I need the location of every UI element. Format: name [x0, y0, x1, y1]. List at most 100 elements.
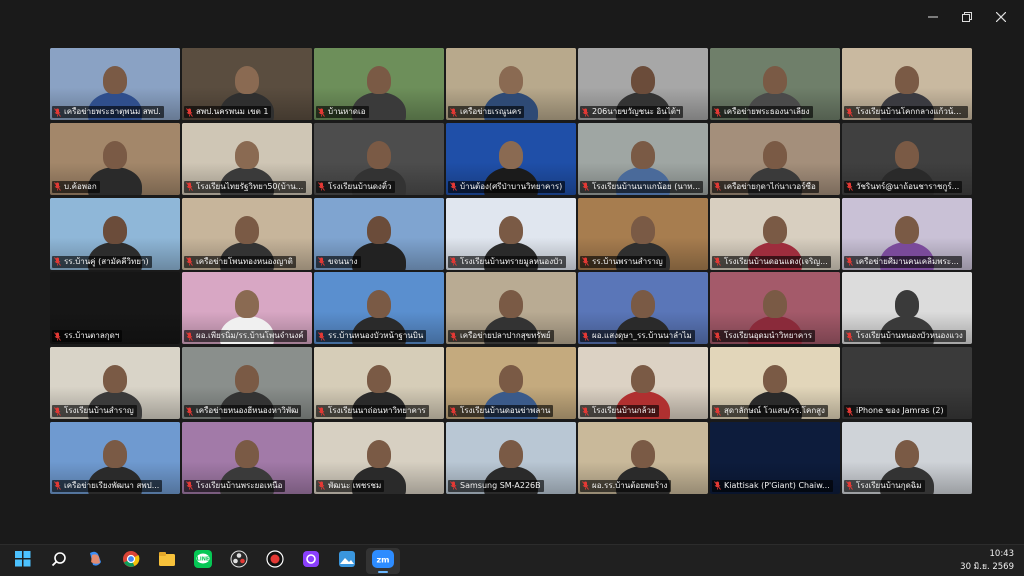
participant-tile[interactable]: พัฒนะ เพชรชม — [314, 421, 444, 494]
participant-tile[interactable]: เครือข่ายหนองฮีหนองหาวิพัฒ — [182, 347, 312, 420]
participant-name: โรงเรียนไทยรัฐวิทยา50(บ้าน... — [184, 180, 307, 193]
mic-muted-icon — [318, 257, 325, 266]
file-explorer-icon — [158, 551, 176, 571]
mic-muted-icon — [582, 182, 589, 192]
gallery-view-grid: เครือข่ายพระธาตุพนม สพป. สพป.นครพนม เขต 1… — [50, 48, 974, 494]
participant-tile[interactable]: บ.ค้อพอก — [50, 122, 180, 195]
participant-tile[interactable]: 206นายขวัญชนะ อินไต้ฯ — [578, 48, 708, 120]
mic-muted-icon — [318, 332, 325, 341]
participant-head — [631, 66, 655, 94]
mic-muted-icon — [450, 332, 457, 341]
participant-tile[interactable]: เครือข่ายเรณูนคร — [446, 48, 576, 120]
participant-head — [895, 66, 919, 94]
participant-tile[interactable]: โรงเรียนบ้านทรายมูลหนองบัว — [446, 197, 576, 270]
pdf-app-button[interactable] — [294, 548, 328, 574]
zoom-app-button[interactable]: zm — [366, 548, 400, 574]
participant-tile[interactable]: เครือข่ายปลาปากสุขทรัพย์ — [446, 272, 576, 345]
participant-tile[interactable]: เครือข่ายศีมานคนเคลิมพระ... — [842, 197, 972, 270]
participant-tile[interactable]: รร.บ้านพรานสำราญ — [578, 197, 708, 270]
participant-tile[interactable]: รร.บ้านตาลกุดฯ — [50, 272, 180, 345]
participant-head — [763, 66, 787, 94]
participant-tile[interactable]: iPhone ของ Jamras (2) — [842, 347, 972, 420]
participant-tile[interactable]: รร.บ้านคู่ (สามัคคีวิทยา) — [50, 197, 180, 270]
minimize-icon — [928, 16, 938, 18]
participant-name: เครือข่ายหนองฮีหนองหาวิพัฒ — [184, 405, 302, 418]
participant-head — [103, 66, 127, 94]
line-app-button[interactable]: LINE — [186, 548, 220, 574]
mic-muted-icon — [714, 332, 721, 341]
participant-tile[interactable]: สพป.นครพนม เขต 1 — [182, 48, 312, 120]
mic-muted-icon — [714, 481, 721, 491]
mic-muted-icon — [54, 481, 61, 491]
participant-tile[interactable]: ผอ.เพียรนิ่ม/รร.บ้านโพนจำนงค์ — [182, 272, 312, 345]
copilot-icon — [86, 550, 104, 572]
close-button[interactable] — [984, 6, 1018, 28]
windows-start-button[interactable] — [6, 548, 40, 574]
participant-tile[interactable]: โรงเรียนอุดมนำวิทยาคาร — [710, 272, 840, 345]
zoom-meeting-window: เครือข่ายพระธาตุพนม สพป. สพป.นครพนม เขต 1… — [0, 0, 1024, 544]
system-clock[interactable]: 10:43 30 มิ.ย. 2569 — [960, 548, 1014, 574]
participant-name: 206นายขวัญชนะ อินไต้ฯ — [580, 106, 684, 118]
mic-muted-icon — [582, 107, 589, 117]
participant-tile[interactable]: โรงเรียนบ้านดงติ้ว — [314, 122, 444, 195]
participant-tile[interactable]: เครือข่ายโพนทองหนองญาติ — [182, 197, 312, 270]
restore-icon — [962, 12, 972, 22]
mic-muted-icon — [186, 481, 193, 491]
participant-head — [763, 365, 787, 394]
participant-head — [631, 439, 655, 468]
mic-muted-icon — [450, 257, 457, 266]
mic-muted-icon — [186, 332, 193, 341]
participant-tile[interactable]: โรงเรียนบ้านหนองบัวหนองแวง — [842, 272, 972, 345]
photos-button[interactable] — [330, 548, 364, 574]
participant-tile[interactable]: โรงเรียนนาถ่อนหาวิทยาคาร — [314, 347, 444, 420]
mic-muted-icon — [450, 481, 457, 491]
participant-name: เครือข่ายพระธาตุพนม สพป. — [52, 106, 164, 118]
photos-icon — [338, 550, 356, 572]
participant-tile[interactable]: โรงเรียนบ้านนาแกน้อย (นาท... — [578, 122, 708, 195]
participant-tile[interactable]: Kiattisak (P'Giant) Chaiw... — [710, 421, 840, 494]
participant-head — [367, 66, 391, 94]
participant-tile[interactable]: โรงเรียนบ้านดอนข่าพลาน — [446, 347, 576, 420]
participant-tile[interactable]: ผอ.แสงดุษา_รร.บ้านนาลำไม — [578, 272, 708, 345]
mic-muted-icon — [582, 257, 589, 266]
search-button[interactable] — [42, 548, 76, 574]
close-icon — [996, 12, 1006, 22]
participant-tile[interactable]: โรงเรียนบ้านดอนแดง(เจริญ... — [710, 197, 840, 270]
participant-head — [235, 140, 259, 169]
participant-tile[interactable]: รร.บ้านหนองบัวหน้าฐานบิน — [314, 272, 444, 345]
participant-name: โรงเรียนบ้านสำราญ — [52, 405, 137, 418]
participant-tile[interactable]: โรงเรียนบ้านสำราญ — [50, 347, 180, 420]
mic-muted-icon — [714, 406, 721, 416]
participant-tile[interactable]: ผอ.รร.บ้านต้อยพยร้าง — [578, 421, 708, 494]
participant-tile[interactable]: โรงเรียนบ้านกุดฉิม — [842, 421, 972, 494]
clock-date: 30 มิ.ย. 2569 — [960, 562, 1014, 572]
participant-head — [499, 290, 523, 319]
participant-tile[interactable]: บ้านหาดเอ — [314, 48, 444, 120]
mic-muted-icon — [846, 481, 853, 491]
participant-tile[interactable]: โรงเรียนบ้านพระยอเหนือ — [182, 421, 312, 494]
participant-tile[interactable]: เครือข่ายกุดาไก่นาเวอร์ซือ — [710, 122, 840, 195]
mic-muted-icon — [846, 182, 853, 192]
participant-tile[interactable]: โรงเรียนบ้านโคกกลางแก้วน้อยฯ — [842, 48, 972, 120]
record-button[interactable] — [258, 548, 292, 574]
participant-tile[interactable]: เครือข่ายเรียงพัฒนา สพป... — [50, 421, 180, 494]
participant-tile[interactable]: ขจนนาง — [314, 197, 444, 270]
participant-head — [367, 140, 391, 169]
participant-tile[interactable]: บ้านต้อง(ศรีป่าบานวิทยาคาร) — [446, 122, 576, 195]
file-explorer-button[interactable] — [150, 548, 184, 574]
copilot-button[interactable] — [78, 548, 112, 574]
participant-tile[interactable]: Samsung SM-A226B — [446, 421, 576, 494]
participant-name: โรงเรียนบ้านทรายมูลหนองบัว — [448, 255, 566, 268]
svg-text:LINE: LINE — [197, 557, 210, 563]
participant-tile[interactable]: เครือข่ายพระธองนาเลียง — [710, 48, 840, 120]
participant-tile[interactable]: วัชรินทร์@นาถ้อนชาราชกูร์... — [842, 122, 972, 195]
participant-tile[interactable]: โรงเรียนบ้านกล้วย — [578, 347, 708, 420]
minimize-button[interactable] — [916, 6, 950, 28]
participant-tile[interactable]: เครือข่ายพระธาตุพนม สพป. — [50, 48, 180, 120]
participant-tile[interactable]: สุดาลักษณ์ โวแสน/รร.โคกสูง — [710, 347, 840, 420]
obs-button[interactable] — [222, 548, 256, 574]
chrome-button[interactable] — [114, 548, 148, 574]
chrome-icon — [122, 550, 140, 572]
participant-tile[interactable]: โรงเรียนไทยรัฐวิทยา50(บ้าน... — [182, 122, 312, 195]
maximize-button[interactable] — [950, 6, 984, 28]
